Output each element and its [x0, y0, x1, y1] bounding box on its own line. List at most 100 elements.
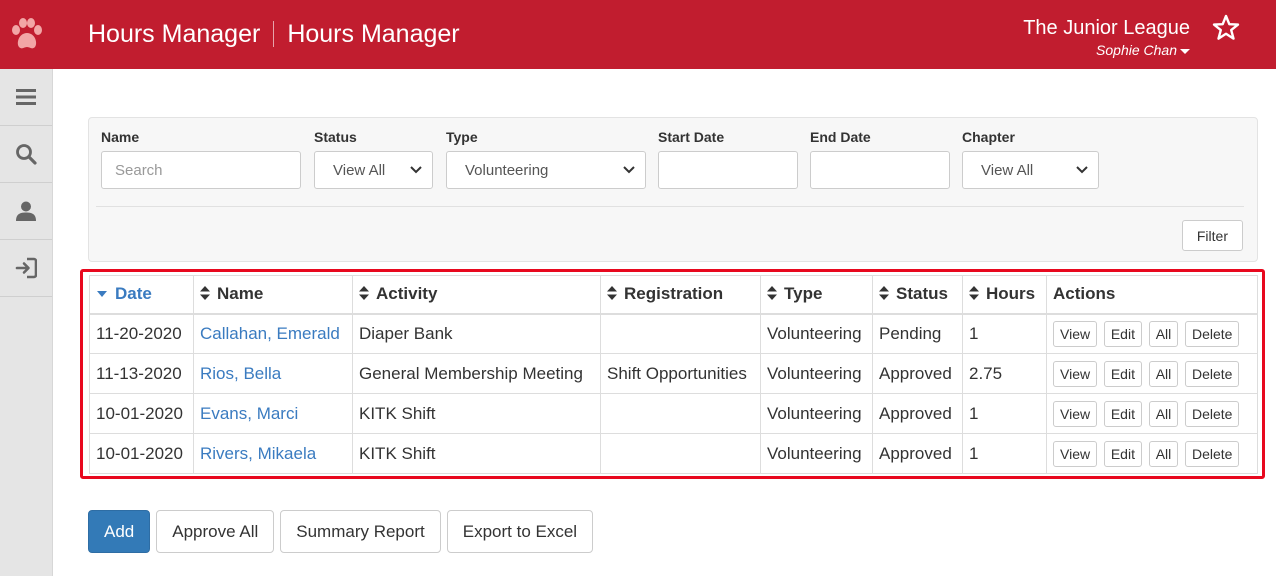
sort-icon [969, 286, 979, 301]
cell-type: Volunteering [760, 313, 873, 354]
status-filter: Status View All [314, 129, 433, 189]
column-label-name: Name [217, 284, 264, 304]
add-button[interactable]: Add [88, 510, 151, 553]
column-label-hours: Hours [986, 284, 1036, 304]
edit-button[interactable]: Edit [1103, 320, 1142, 347]
column-header-actions: Actions [1046, 275, 1258, 315]
filter-panel: Name Search Status View All Type Volunte… [88, 117, 1258, 262]
cell-type: Volunteering [760, 353, 873, 394]
name-filter: Name Search [101, 129, 301, 189]
column-header-hours[interactable]: Hours [962, 275, 1047, 315]
user-name[interactable]: Sophie Chan [1096, 42, 1177, 58]
star-icon[interactable] [1212, 14, 1240, 42]
column-header-name[interactable]: Name [193, 275, 353, 315]
column-label-date: Date [115, 284, 152, 304]
view-button[interactable]: View [1053, 360, 1098, 387]
app-title-primary[interactable]: Hours Manager [88, 19, 260, 49]
sidebar-item-sign-out[interactable] [0, 240, 52, 297]
column-header-date[interactable]: Date [89, 275, 194, 315]
cell-registration: Shift Opportunities [600, 353, 761, 394]
edit-button[interactable]: Edit [1103, 440, 1142, 467]
cell-hours: 1 [962, 313, 1047, 354]
sidebar [0, 69, 53, 576]
caret-down-icon[interactable] [1180, 48, 1190, 54]
cell-status: Approved [872, 393, 963, 434]
delete-button[interactable]: Delete [1184, 360, 1240, 387]
account-menu: The Junior League Sophie Chan [1023, 16, 1190, 59]
title-separator [273, 21, 275, 47]
chevron-down-icon [1076, 166, 1088, 174]
view-button[interactable]: View [1053, 320, 1098, 347]
member-name-link[interactable]: Evans, Marci [200, 404, 298, 423]
type-select-value: Volunteering [465, 161, 549, 179]
view-button[interactable]: View [1053, 400, 1098, 427]
view-button[interactable]: View [1053, 440, 1098, 467]
menu-icon[interactable] [15, 86, 37, 108]
column-header-activity[interactable]: Activity [352, 275, 601, 315]
status-label: Status [314, 129, 357, 145]
all-button[interactable]: All [1148, 400, 1179, 427]
cell-status: Approved [872, 433, 963, 474]
cell-status: Approved [872, 353, 963, 394]
all-button[interactable]: All [1148, 320, 1179, 347]
user-icon[interactable] [15, 200, 37, 222]
column-header-type[interactable]: Type [760, 275, 873, 315]
cell-actions: View Edit All Delete [1046, 353, 1258, 394]
column-label-type: Type [784, 284, 823, 304]
cell-name: Evans, Marci [193, 393, 353, 434]
cell-actions: View Edit All Delete [1046, 433, 1258, 474]
start-date-label: Start Date [658, 129, 725, 145]
member-name-link[interactable]: Rivers, Mikaela [200, 444, 316, 463]
cell-activity: Diaper Bank [352, 313, 601, 354]
edit-button[interactable]: Edit [1103, 400, 1142, 427]
edit-button[interactable]: Edit [1103, 360, 1142, 387]
column-header-status[interactable]: Status [872, 275, 963, 315]
app-title-secondary: Hours Manager [287, 20, 460, 48]
status-select[interactable]: View All [314, 151, 433, 189]
name-label: Name [101, 129, 140, 145]
member-name-link[interactable]: Rios, Bella [200, 364, 281, 383]
sidebar-item-profile[interactable] [0, 183, 52, 240]
summary-report-button[interactable]: Summary Report [280, 510, 441, 553]
table-header-row: Date Name Activity Registration Type Sta… [89, 275, 1258, 315]
type-select[interactable]: Volunteering [446, 151, 646, 189]
cell-type: Volunteering [760, 393, 873, 434]
paw-icon[interactable] [10, 16, 44, 52]
status-select-value: View All [333, 161, 386, 179]
sort-icon [879, 286, 889, 301]
delete-button[interactable]: Delete [1184, 320, 1240, 347]
chapter-select[interactable]: View All [962, 151, 1099, 189]
member-name-link[interactable]: Callahan, Emerald [200, 324, 340, 343]
end-date-input[interactable] [810, 151, 950, 189]
table-row: 11-13-2020 Rios, Bella General Membershi… [89, 353, 1258, 394]
sort-descending-icon [97, 291, 107, 298]
filter-divider [96, 206, 1244, 207]
cell-date: 11-20-2020 [89, 313, 194, 354]
cell-actions: View Edit All Delete [1046, 393, 1258, 434]
sidebar-item-menu[interactable] [0, 69, 52, 126]
search-icon[interactable] [15, 143, 37, 165]
delete-button[interactable]: Delete [1184, 440, 1240, 467]
chapter-select-value: View All [981, 161, 1034, 179]
table-row: 10-01-2020 Rivers, Mikaela KITK Shift Vo… [89, 433, 1258, 474]
sign-out-icon[interactable] [15, 257, 37, 279]
cell-name: Rios, Bella [193, 353, 353, 394]
all-button[interactable]: All [1148, 360, 1179, 387]
cell-hours: 2.75 [962, 353, 1047, 394]
column-header-registration[interactable]: Registration [600, 275, 761, 315]
export-excel-button[interactable]: Export to Excel [446, 510, 594, 553]
app-title: Hours Manager Hours Manager [88, 19, 460, 49]
delete-button[interactable]: Delete [1184, 400, 1240, 427]
sidebar-item-search[interactable] [0, 126, 52, 183]
approve-all-button[interactable]: Approve All [156, 510, 275, 553]
all-button[interactable]: All [1148, 440, 1179, 467]
type-filter: Type Volunteering [446, 129, 646, 189]
name-search-input[interactable]: Search [101, 151, 301, 189]
filter-button[interactable]: Filter [1181, 220, 1243, 251]
org-name: The Junior League [1023, 17, 1190, 39]
user-menu[interactable]: Sophie Chan [1023, 41, 1190, 59]
start-date-input[interactable] [658, 151, 798, 189]
bottom-actions: Add Approve All Summary Report Export to… [88, 510, 594, 553]
top-bar: Hours Manager Hours Manager The Junior L… [0, 0, 1276, 69]
cell-actions: View Edit All Delete [1046, 313, 1258, 354]
